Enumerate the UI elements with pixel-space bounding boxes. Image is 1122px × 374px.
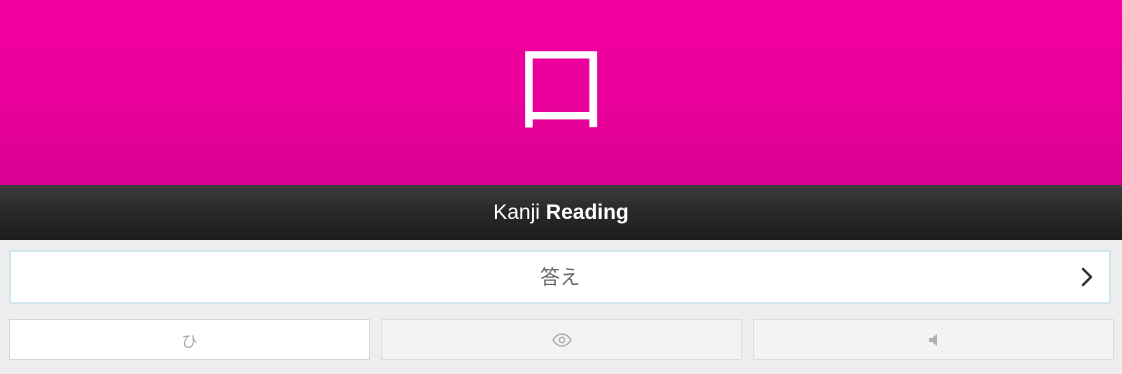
eye-icon bbox=[551, 332, 572, 347]
kanji-character: 口 bbox=[513, 32, 609, 145]
character-panel: 口 bbox=[0, 0, 1122, 185]
chevron-right-icon bbox=[1081, 267, 1093, 287]
reveal-answer-button[interactable] bbox=[381, 319, 742, 360]
play-audio-button[interactable] bbox=[753, 319, 1114, 360]
kana-label: ひ bbox=[181, 331, 198, 351]
question-type-label: Reading bbox=[545, 200, 629, 224]
kana-input-toggle-button[interactable]: ひ bbox=[9, 319, 370, 360]
answer-form bbox=[9, 250, 1111, 304]
question-type-header: Kanji Reading bbox=[0, 185, 1122, 240]
item-type-label: Kanji bbox=[493, 200, 540, 224]
answer-input[interactable] bbox=[108, 264, 1012, 290]
submit-answer-button[interactable] bbox=[1075, 265, 1099, 289]
speaker-icon bbox=[928, 333, 937, 346]
